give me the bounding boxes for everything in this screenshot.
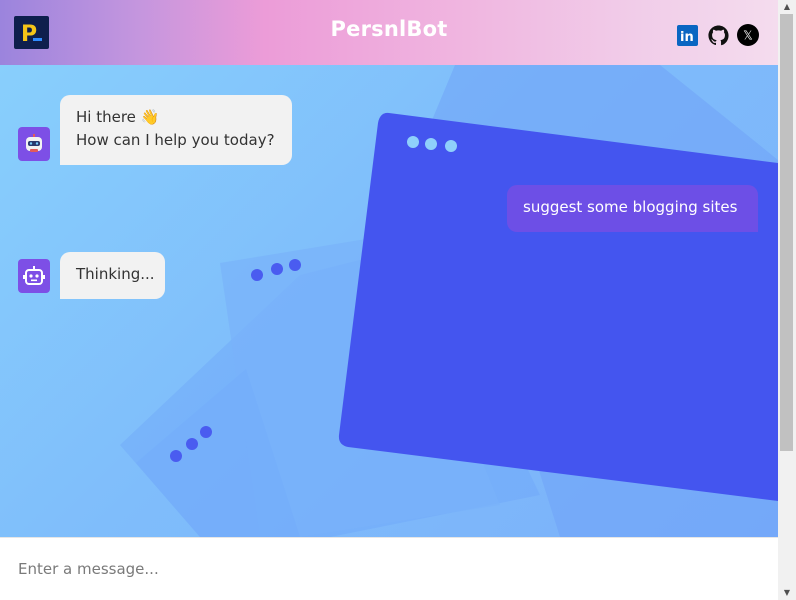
linkedin-icon: in bbox=[676, 24, 698, 46]
message-input[interactable] bbox=[0, 538, 778, 600]
scroll-thumb[interactable] bbox=[780, 14, 793, 451]
app-title: PersnlBot bbox=[330, 17, 448, 41]
svg-text:𝕏: 𝕏 bbox=[743, 29, 753, 43]
app-header: P PersnlBot in 𝕏 bbox=[0, 0, 778, 65]
bot-avatar bbox=[18, 127, 50, 161]
scroll-up-icon[interactable]: ▲ bbox=[778, 0, 796, 14]
bot-avatar bbox=[18, 259, 50, 293]
linkedin-link[interactable]: in bbox=[676, 24, 698, 46]
github-icon bbox=[707, 24, 729, 45]
page-scrollbar[interactable]: ▲ ▼ bbox=[778, 0, 796, 600]
thinking-message: Thinking... bbox=[60, 252, 165, 299]
bot-message-line: How can I help you today? bbox=[76, 131, 275, 149]
github-link[interactable] bbox=[707, 24, 729, 46]
bot-message-line: Hi there 👋 bbox=[76, 108, 160, 126]
message-composer bbox=[0, 537, 778, 600]
user-message: suggest some blogging sites bbox=[507, 185, 758, 232]
robot-icon bbox=[26, 134, 42, 152]
chat-area[interactable]: Hi there 👋 How can I help you today? sug… bbox=[0, 65, 778, 537]
bot-message: Hi there 👋 How can I help you today? bbox=[60, 95, 292, 165]
robot-icon bbox=[23, 266, 45, 285]
scroll-down-icon[interactable]: ▼ bbox=[778, 586, 796, 600]
x-icon: 𝕏 bbox=[737, 24, 759, 46]
x-link[interactable]: 𝕏 bbox=[737, 24, 759, 46]
svg-text:in: in bbox=[680, 30, 694, 45]
